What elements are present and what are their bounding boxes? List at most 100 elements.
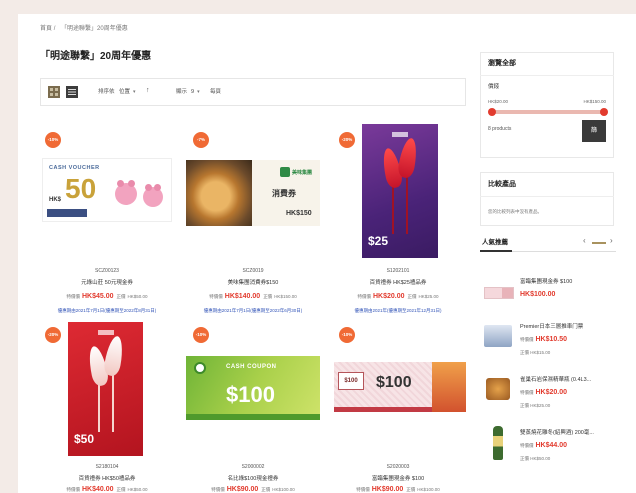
lily-stem — [392, 184, 394, 234]
product-info: S2000002 名比綠$100現金禮券 特價價 HK$90.00 正價 HK$100… — [182, 461, 324, 493]
breadcrumb-current: 「明途聯繫」20周年優惠 — [61, 26, 128, 32]
regular-price-label: 正價 — [116, 294, 126, 299]
regular-price: HK$25.00 — [418, 294, 439, 299]
voucher-amount: $100 — [226, 382, 275, 407]
popular-item-name[interactable]: 雙蒸燒花雕冬(紹興酒) 200毫... — [520, 430, 594, 437]
popular-item-name[interactable]: 雀巢石岩保濕精華瓶 (0.4L3... — [520, 377, 591, 384]
filter-button[interactable]: 篩 — [582, 120, 606, 142]
product-name-link[interactable]: 名比綠$100現金禮券 — [182, 473, 324, 486]
price-slider-handle-max[interactable] — [600, 108, 608, 116]
chevron-down-icon: ▾ — [197, 89, 200, 95]
product-name-link[interactable]: 富臨集團現金券 $100 — [327, 473, 469, 486]
regular-price-label: 正價 — [261, 487, 271, 492]
special-price: HK$90.00 — [371, 486, 404, 493]
product-image-gift-voucher-50[interactable]: $50 — [68, 322, 143, 456]
voucher-stub: $100 — [338, 372, 364, 390]
popular-item-image[interactable] — [486, 378, 510, 400]
page-title: 「明途聯繫」20周年優惠 — [40, 51, 152, 62]
product-info: SCZ0019 美味集團消費券$150 特價價 HK$140.00 正價 HK$150… — [182, 265, 324, 318]
breadcrumb-separator: / — [53, 26, 56, 32]
special-price-label: 特價價 — [520, 390, 534, 395]
sort-direction-arrow-icon[interactable]: ↑ — [146, 87, 150, 95]
limit-select-value: 9 — [191, 89, 195, 95]
offer-period-link[interactable]: 優惠期由2021年7月1日(優惠期至2022年8月31日) — [36, 304, 178, 318]
popular-item-image[interactable] — [484, 325, 512, 347]
product-image-cash-voucher-100[interactable]: $100 $100 — [334, 362, 466, 412]
special-price: HK$90.00 — [226, 486, 259, 493]
price-max: HK$150.00 — [583, 99, 606, 104]
product-name-link[interactable]: 百貨禮券 HK$25禮品券 — [327, 277, 469, 290]
regular-price-label: 正價 — [406, 487, 416, 492]
lily-stem — [98, 382, 100, 432]
discount-badge: -10% — [339, 327, 355, 343]
product-name-link[interactable]: 百貨禮券 HK$50禮品券 — [36, 473, 178, 486]
popular-item-name[interactable]: 富臨集團現金券 $100 — [520, 279, 572, 286]
product-sku: SCZ00123 — [95, 268, 119, 274]
special-price: HK$40.00 — [81, 486, 114, 493]
popular-item-image[interactable] — [493, 426, 503, 460]
regular-price-label: 正價 — [520, 456, 529, 461]
voucher-brand: 美味集團 — [292, 170, 313, 176]
product-info: S2180104 百貨禮券 HK$50禮品券 特價價 HK$40.00 正價 HK$5… — [36, 461, 178, 493]
price-slider-handle-min[interactable] — [488, 108, 496, 116]
product-price: 特價價 HK$90.00 正價 HK$100.00 — [327, 486, 469, 493]
brand-logo-icon — [194, 362, 206, 374]
regular-price: HK$50.00 — [127, 487, 148, 492]
popular-item-image[interactable] — [484, 287, 514, 299]
regular-price: HK$100.00 — [417, 487, 440, 492]
special-price: HK$20.00 — [535, 389, 568, 396]
limit-select[interactable]: 9 ▾ — [188, 87, 203, 97]
regular-price: HK$15.00 — [530, 350, 551, 355]
special-price: HK$20.00 — [372, 293, 405, 300]
special-price-label: 特價價 — [66, 294, 80, 299]
offer-period-link[interactable]: 優惠期由2021年7月1日(優惠期至2022年6月30日) — [182, 304, 324, 318]
offer-period-link[interactable]: 優惠期由2021年(優惠期至2021年12月31日) — [327, 304, 469, 318]
special-price-label: 特價價 — [520, 443, 534, 448]
breadcrumb: 首頁 / 「明途聯繫」20周年優惠 — [40, 26, 132, 33]
sort-select[interactable]: 位置 ▾ — [116, 87, 139, 97]
chevron-right-icon[interactable]: › — [610, 236, 613, 245]
product-image-consumption-voucher-150[interactable]: 美味集團 消費券 HK$150 — [186, 160, 320, 226]
product-image-gift-voucher-25[interactable]: $25 — [362, 124, 438, 258]
regular-price: HK$50.00 — [127, 294, 148, 299]
lily-stem — [112, 370, 114, 432]
popular-item-price: 特價價 HK$20.00 — [520, 389, 567, 397]
regular-price: HK$50.00 — [530, 456, 551, 461]
lily-illustration — [102, 334, 126, 378]
special-price-label: 特價價 — [211, 487, 225, 492]
product-sku: SCZ0019 — [242, 268, 264, 274]
voucher-amount: HK$150 — [286, 210, 312, 217]
grid-icon[interactable] — [48, 86, 60, 98]
breadcrumb-home[interactable]: 首頁 — [40, 26, 52, 32]
brand-logo-icon — [280, 167, 290, 177]
per-page-label: 每頁 — [210, 89, 222, 95]
regular-price: HK$100.00 — [272, 487, 295, 492]
popular-item-regular: 正價 HK$15.00 — [520, 350, 550, 355]
carousel-indicator[interactable] — [592, 242, 606, 244]
product-image-cash-coupon-100[interactable]: CASH COUPON $100 — [186, 356, 320, 420]
special-price: HK$44.00 — [535, 442, 568, 449]
popular-item-name[interactable]: Premier日本三層推車门票 — [520, 324, 583, 331]
voucher-title: 消費券 — [272, 189, 296, 198]
regular-price: HK$150.00 — [274, 294, 297, 299]
list-icon[interactable] — [66, 86, 78, 98]
popular-item-regular: 正價 HK$25.00 — [520, 403, 550, 408]
voucher-amount: $100 — [376, 374, 412, 391]
popular-item-price: 特價價 HK$44.00 — [520, 442, 567, 450]
product-name-link[interactable]: 美味集團消費券$150 — [182, 277, 324, 290]
product-sku: S2020003 — [386, 464, 410, 470]
product-image-cash-voucher-50[interactable]: CASH VOUCHER 50 HK$ — [42, 158, 172, 222]
product-price: 特價價 HK$45.00 正價 HK$50.00 — [36, 290, 178, 304]
sort-select-value: 位置 — [119, 89, 131, 95]
special-price-label: 特價價 — [66, 487, 80, 492]
product-sku: S1202101 — [386, 268, 410, 274]
special-price: HK$45.00 — [81, 293, 114, 300]
popular-item-regular: 正價 HK$50.00 — [520, 456, 550, 461]
price-slider-track[interactable] — [490, 110, 606, 114]
chevron-left-icon[interactable]: ‹ — [583, 236, 586, 245]
product-name-link[interactable]: 元綠山莊 50元現金券 — [36, 277, 178, 290]
compare-title: 比較產品 — [488, 181, 516, 188]
pig-illustration — [115, 180, 137, 205]
product-sku: S2000002 — [241, 464, 265, 470]
show-label: 顯示 — [176, 89, 188, 95]
